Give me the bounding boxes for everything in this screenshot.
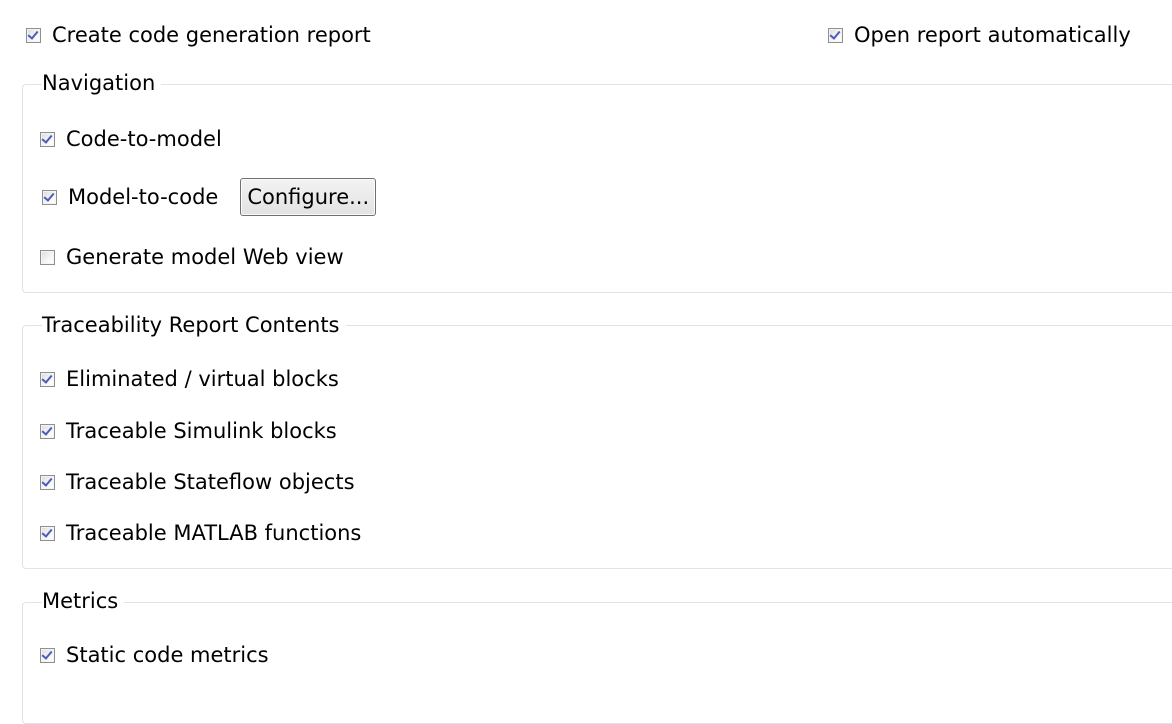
- trace-item-label: Traceable MATLAB functions: [66, 521, 362, 545]
- create-report-label: Create code generation report: [52, 23, 371, 47]
- static-code-metrics-option[interactable]: Static code metrics: [40, 640, 269, 670]
- trace-item-checkbox[interactable]: [40, 474, 55, 490]
- navigation-group-title: Navigation: [42, 68, 162, 98]
- model-to-code-option[interactable]: Model-to-code Configure...: [42, 178, 377, 216]
- trace-item[interactable]: Eliminated / virtual blocks: [40, 364, 339, 394]
- model-to-code-checkbox[interactable]: [42, 189, 57, 205]
- code-to-model-option[interactable]: Code-to-model: [40, 124, 222, 154]
- trace-item[interactable]: Traceable MATLAB functions: [40, 518, 361, 548]
- open-auto-label: Open report automatically: [854, 23, 1131, 47]
- static-code-metrics-checkbox[interactable]: [40, 647, 55, 663]
- static-code-metrics-label: Static code metrics: [66, 643, 269, 667]
- trace-item-checkbox[interactable]: [40, 423, 55, 439]
- web-view-label: Generate model Web view: [66, 245, 344, 269]
- metrics-group-title: Metrics: [42, 586, 125, 616]
- code-to-model-label: Code-to-model: [66, 127, 222, 151]
- code-to-model-checkbox[interactable]: [40, 131, 55, 147]
- web-view-checkbox[interactable]: [40, 249, 55, 265]
- create-report-option[interactable]: Create code generation report: [26, 20, 371, 50]
- trace-item[interactable]: Traceable Simulink blocks: [40, 416, 337, 446]
- trace-item-checkbox[interactable]: [40, 371, 55, 387]
- trace-item-checkbox[interactable]: [40, 525, 55, 541]
- create-report-checkbox[interactable]: [26, 27, 41, 43]
- web-view-option[interactable]: Generate model Web view: [40, 242, 344, 272]
- trace-item-label: Traceable Stateflow objects: [66, 470, 355, 494]
- trace-item[interactable]: Traceable Stateflow objects: [40, 467, 355, 497]
- traceability-group-title: Traceability Report Contents: [42, 310, 346, 340]
- open-auto-checkbox[interactable]: [828, 27, 843, 43]
- open-auto-option[interactable]: Open report automatically: [828, 20, 1131, 50]
- model-to-code-label: Model-to-code: [68, 185, 219, 209]
- trace-item-label: Eliminated / virtual blocks: [66, 367, 339, 391]
- trace-item-label: Traceable Simulink blocks: [66, 419, 337, 443]
- configure-button[interactable]: Configure...: [240, 178, 377, 216]
